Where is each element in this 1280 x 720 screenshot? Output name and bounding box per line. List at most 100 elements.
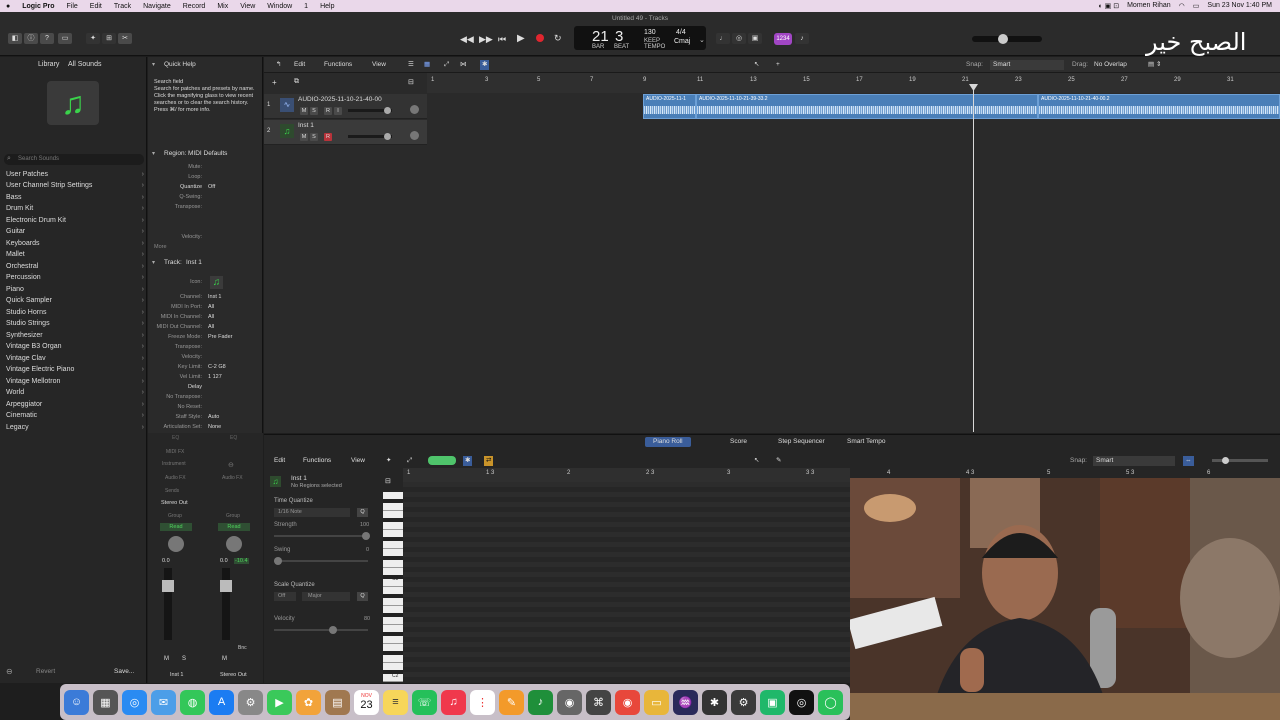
timeline-ruler[interactable] <box>427 73 1280 93</box>
audio-region[interactable]: AUDIO-2025-11-10-21-40-00.2 <box>1038 94 1280 119</box>
swing-knob[interactable] <box>274 557 282 565</box>
strip-left-instrument[interactable]: Instrument <box>162 461 186 467</box>
dock-appstore-icon[interactable]: A <box>209 689 234 715</box>
library-item-piano[interactable]: Piano <box>6 284 144 295</box>
wifi-icon[interactable]: ◠ <box>1179 2 1185 10</box>
dock-app3-icon[interactable]: ◯ <box>818 689 843 715</box>
add-track-button[interactable]: + <box>272 78 277 87</box>
region-more[interactable]: More <box>154 244 167 250</box>
dock-launchpad-icon[interactable]: ▦ <box>93 689 118 715</box>
global-tracks-icon[interactable]: ⊟ <box>408 78 414 86</box>
track-row-velocity[interactable]: Velocity: <box>148 354 260 364</box>
strip-left-solo[interactable]: S <box>182 656 186 662</box>
dock-app-icon[interactable]: ⚙ <box>731 689 756 715</box>
library-item-electronic-drum-kit[interactable]: Electronic Drum Kit <box>6 215 144 226</box>
region-row-qswing[interactable]: Q-Swing: <box>148 194 260 204</box>
track-row-transpose[interactable]: Transpose: <box>148 344 260 354</box>
track-2-volume-knob[interactable] <box>384 133 391 140</box>
dock-app2-icon[interactable]: ▣ <box>760 689 785 715</box>
lcd-display[interactable]: 21 3 BAR BEAT 130 KEEP TEMPO 4/4 Cmaj ⌄ <box>574 26 706 50</box>
dock-chrome-icon[interactable]: ◉ <box>615 689 640 715</box>
strip-right-fader[interactable] <box>220 568 232 640</box>
tuner-icon[interactable]: ♩ <box>716 33 730 44</box>
dock-settings-icon[interactable]: ⚙ <box>238 689 263 715</box>
library-item-mallet[interactable]: Mallet <box>6 249 144 260</box>
smart-controls-icon[interactable]: ✦ <box>86 33 100 44</box>
track-header-2[interactable]: 2 ♫ Inst 1 M S R <box>264 120 427 145</box>
library-item-vintage-clav[interactable]: Vintage Clav <box>6 353 144 364</box>
track-2-name[interactable]: Inst 1 <box>298 122 314 129</box>
menu-edit[interactable]: Edit <box>84 3 108 10</box>
library-item-cinematic[interactable]: Cinematic <box>6 410 144 421</box>
dock-mainstage-icon[interactable]: ⌘ <box>586 689 611 715</box>
library-item-user-patches[interactable]: User Patches <box>6 169 144 180</box>
master-volume-knob[interactable] <box>998 34 1008 44</box>
library-item-guitar[interactable]: Guitar <box>6 226 144 237</box>
menu-record[interactable]: Record <box>177 3 212 10</box>
strip-left-group[interactable]: Group <box>168 513 182 519</box>
quick-help-icon[interactable]: ? <box>40 33 54 44</box>
editor-functions-menu[interactable]: Functions <box>303 456 331 466</box>
tab-score[interactable]: Score <box>722 437 755 447</box>
audio-region[interactable]: AUDIO-2025-11-10-21-39-33.2 <box>696 94 1038 119</box>
track-1-mute[interactable]: M <box>300 107 308 115</box>
strip-right-mute[interactable]: M <box>222 656 227 662</box>
battery-icon[interactable]: ▭ <box>1193 2 1200 10</box>
track-row-channel[interactable]: Channel: Inst 1 <box>148 294 260 304</box>
strength-slider[interactable] <box>274 532 370 540</box>
dock-facetime-icon[interactable]: ▶ <box>267 689 292 715</box>
dock-calendar-icon[interactable]: NOV 23 <box>354 689 379 715</box>
track-2-solo[interactable]: S <box>310 133 318 141</box>
editor-toggle-green[interactable] <box>428 456 456 465</box>
region-row-quantize[interactable]: Quantize Off <box>148 184 260 194</box>
library-item-vintage-electric-piano[interactable]: Vintage Electric Piano <box>6 364 144 375</box>
region-inspector-title[interactable]: Region: <box>164 150 186 157</box>
rewind-button[interactable]: ◀◀ <box>460 34 474 45</box>
track-1-solo[interactable]: S <box>310 107 318 115</box>
dock-music-icon[interactable]: ♫ <box>441 689 466 715</box>
dock-garageband-icon[interactable]: ♪ <box>528 689 553 715</box>
editor-midi-in-icon[interactable]: ✦ <box>386 456 391 466</box>
track-1-name[interactable]: AUDIO-2025-11-10-21-40-00 <box>298 96 382 103</box>
pencil-tool-icon[interactable]: + <box>776 60 780 70</box>
strip-left-fader[interactable] <box>162 568 174 640</box>
menu-window[interactable]: Window <box>261 3 298 10</box>
tracks-view-menu[interactable]: View <box>372 60 386 70</box>
library-item-vintage-b3-organ[interactable]: Vintage B3 Organ <box>6 341 144 352</box>
piano-keyboard[interactable] <box>383 492 403 682</box>
strip-right-automation[interactable]: Read <box>218 523 250 531</box>
waveform-zoom-icon[interactable]: ▤ ⇕ <box>1148 60 1161 70</box>
track-row-midi-in-port[interactable]: MIDI In Port: All <box>148 304 260 314</box>
track-chevron-icon[interactable]: ▾ <box>152 259 155 266</box>
track-row-midi-in-channel[interactable]: MIDI In Channel: All <box>148 314 260 324</box>
strip-left-fader-cap[interactable] <box>162 580 174 592</box>
menu-navigate[interactable]: Navigate <box>137 3 177 10</box>
library-item-percussion[interactable]: Percussion <box>6 272 144 283</box>
strip-left-midi-fx[interactable]: MIDI FX <box>166 449 184 455</box>
dock-plugin-icon[interactable]: ✱ <box>702 689 727 715</box>
editor-zoom-knob[interactable] <box>1222 457 1229 464</box>
strip-right-group[interactable]: Group <box>226 513 240 519</box>
strip-left-audio-fx[interactable]: Audio FX <box>165 475 186 481</box>
dock-pages-icon[interactable]: ✎ <box>499 689 524 715</box>
cycle-button[interactable]: ↻ <box>554 33 562 44</box>
master-volume-slider[interactable] <box>972 34 1042 44</box>
tab-smart-tempo[interactable]: Smart Tempo <box>839 437 894 447</box>
tracks-functions-menu[interactable]: Functions <box>324 60 352 70</box>
library-toggle-icon[interactable]: ◧ <box>8 33 22 44</box>
dock-reminders-icon[interactable]: ⋮ <box>470 689 495 715</box>
library-item-bass[interactable]: Bass <box>6 192 144 203</box>
strength-knob[interactable] <box>362 532 370 540</box>
track-row-staff-style[interactable]: Staff Style: Auto <box>148 414 260 424</box>
record-button[interactable] <box>536 34 544 42</box>
dock-safari-icon[interactable]: ◎ <box>122 689 147 715</box>
metronome-icon[interactable]: ♪ <box>795 33 809 44</box>
track-inspector-title[interactable]: Track: <box>164 259 182 266</box>
strip-left-mute[interactable]: M <box>164 656 169 662</box>
editor-link-icon[interactable]: ⤢ <box>407 456 412 466</box>
editor-velocity-icon[interactable]: ⇄ <box>484 456 494 466</box>
status-icons[interactable]: ◐ ▣ ⊡ <box>1098 2 1119 10</box>
solo-toolbar-icon[interactable]: ◎ <box>732 33 746 44</box>
menu-mix[interactable]: Mix <box>211 3 234 10</box>
strip-right-fader-cap[interactable] <box>220 580 232 592</box>
